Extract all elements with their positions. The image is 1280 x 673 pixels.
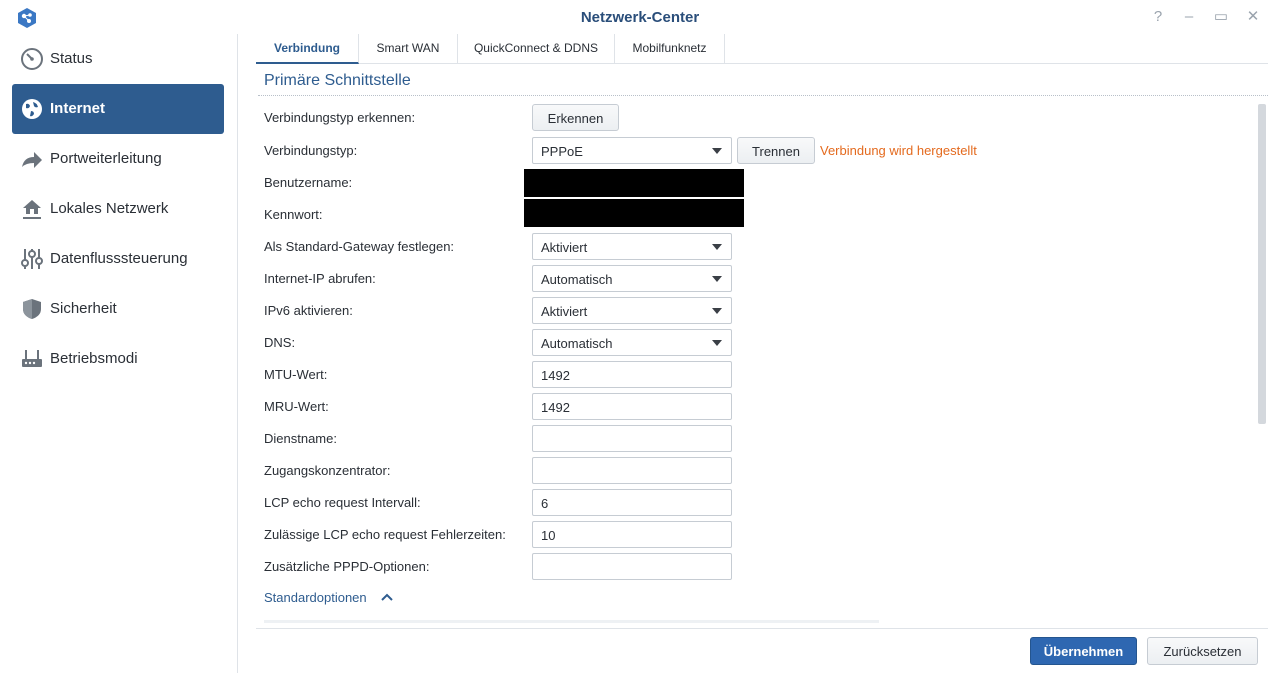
sidebar-item-label: Betriebsmodi: [50, 350, 138, 367]
sidebar-item-datenflusssteuerung[interactable]: Datenflusssteuerung: [12, 234, 224, 284]
connection-type-value: PPPoE: [541, 144, 583, 159]
mtu-input[interactable]: 1492: [532, 361, 732, 388]
service-name-input[interactable]: [532, 425, 732, 452]
default-gateway-select[interactable]: Aktiviert: [532, 233, 732, 260]
title-bar: Netzwerk-Center ? – ▭ ✕: [0, 0, 1280, 34]
username-label: Benutzername:: [264, 175, 353, 190]
internet-ip-value: Automatisch: [541, 272, 613, 287]
username-field-redacted[interactable]: [524, 169, 744, 197]
sidebar-item-sicherheit[interactable]: Sicherheit: [12, 284, 224, 334]
close-icon[interactable]: ✕: [1244, 8, 1262, 26]
detect-label: Verbindungstyp erkennen:: [264, 110, 416, 125]
sidebar-item-label: Datenflusssteuerung: [50, 250, 188, 267]
dns-select[interactable]: Automatisch: [532, 329, 732, 356]
sidebar-item-betriebsmodi[interactable]: Betriebsmodi: [12, 334, 224, 384]
ipv6-value: Aktiviert: [541, 304, 588, 319]
internet-ip-select[interactable]: Automatisch: [532, 265, 732, 292]
apply-button[interactable]: Übernehmen: [1030, 637, 1137, 665]
sidebar-item-internet[interactable]: Internet: [12, 84, 224, 134]
connection-status: Verbindung wird hergestellt: [820, 143, 977, 158]
default-gateway-value: Aktiviert: [541, 240, 588, 255]
tab-quickconnect-ddns[interactable]: QuickConnect & DDNS: [458, 34, 615, 64]
sidebar-item-label: Status: [50, 50, 93, 67]
sidebar-item-label: Portweiterleitung: [50, 150, 162, 167]
maximize-icon[interactable]: ▭: [1212, 8, 1230, 26]
lcp-interval-input[interactable]: 6: [532, 489, 732, 516]
ipv6-label: IPv6 aktivieren:: [264, 303, 353, 318]
minimize-icon[interactable]: –: [1180, 8, 1198, 26]
dns-label: DNS:: [264, 335, 296, 350]
service-name-label: Dienstname:: [264, 431, 337, 446]
access-concentrator-input[interactable]: [532, 457, 732, 484]
mtu-label: MTU-Wert:: [264, 367, 328, 382]
lcp-interval-label: LCP echo request Intervall:: [264, 495, 421, 510]
home-network-icon: [23, 200, 41, 219]
mru-input[interactable]: 1492: [532, 393, 732, 420]
sidebar-item-portweiterleitung[interactable]: Portweiterleitung: [12, 134, 224, 184]
tab-bar: Verbindung Smart WAN QuickConnect & DDNS…: [256, 34, 1268, 64]
reset-button[interactable]: Zurücksetzen: [1147, 637, 1258, 665]
chevron-down-icon: [712, 148, 722, 154]
mru-label: MRU-Wert:: [264, 399, 329, 414]
sidebar: Status Internet Portweiterleitung Lokale…: [0, 34, 238, 673]
internet-ip-label: Internet-IP abrufen:: [264, 271, 376, 286]
ipv6-select[interactable]: Aktiviert: [532, 297, 732, 324]
collapsed-section-edge: [264, 620, 879, 623]
lcp-failures-input[interactable]: 10: [532, 521, 732, 548]
globe-icon: [22, 99, 42, 119]
sidebar-item-status[interactable]: Status: [12, 34, 224, 84]
sidebar-item-label: Internet: [50, 100, 106, 117]
gauge-icon: [21, 48, 43, 70]
sidebar-item-label: Sicherheit: [50, 300, 117, 317]
chevron-down-icon: [712, 308, 722, 314]
tab-smart-wan[interactable]: Smart WAN: [359, 34, 458, 64]
footer-divider: [256, 628, 1268, 629]
chevron-up-icon[interactable]: [380, 592, 394, 602]
connection-type-label: Verbindungstyp:: [264, 143, 358, 158]
section-divider: [258, 95, 1268, 96]
lcp-failures-label: Zulässige LCP echo request Fehlerzeiten:: [264, 527, 506, 542]
access-concentrator-label: Zugangskonzentrator:: [264, 463, 391, 478]
sidebar-item-lokales-netzwerk[interactable]: Lokales Netzwerk: [12, 184, 224, 234]
window-title: Netzwerk-Center: [580, 9, 700, 26]
chevron-down-icon: [712, 340, 722, 346]
chevron-down-icon: [712, 244, 722, 250]
password-label: Kennwort:: [264, 207, 323, 222]
tab-verbindung[interactable]: Verbindung: [256, 34, 359, 64]
default-gateway-label: Als Standard-Gateway festlegen:: [264, 239, 455, 254]
standard-options-toggle[interactable]: Standardoptionen: [264, 590, 367, 605]
tab-mobilfunknetz[interactable]: Mobilfunknetz: [615, 34, 725, 64]
help-icon[interactable]: ?: [1149, 8, 1167, 26]
pppd-options-input[interactable]: [532, 553, 732, 580]
chevron-down-icon: [712, 276, 722, 282]
scrollbar[interactable]: [1258, 104, 1266, 424]
detect-button[interactable]: Erkennen: [532, 104, 619, 131]
connection-type-select[interactable]: PPPoE: [532, 137, 732, 164]
sidebar-item-label: Lokales Netzwerk: [50, 200, 169, 217]
password-field-redacted[interactable]: [524, 199, 744, 227]
section-title: Primäre Schnittstelle: [264, 72, 411, 89]
forward-arrow-icon: [22, 152, 42, 168]
router-icon: [22, 350, 42, 367]
shield-icon: [23, 299, 41, 319]
pppd-options-label: Zusätzliche PPPD-Optionen:: [264, 559, 430, 574]
sliders-icon: [21, 249, 43, 269]
dns-value: Automatisch: [541, 336, 613, 351]
disconnect-button[interactable]: Trennen: [737, 137, 815, 164]
